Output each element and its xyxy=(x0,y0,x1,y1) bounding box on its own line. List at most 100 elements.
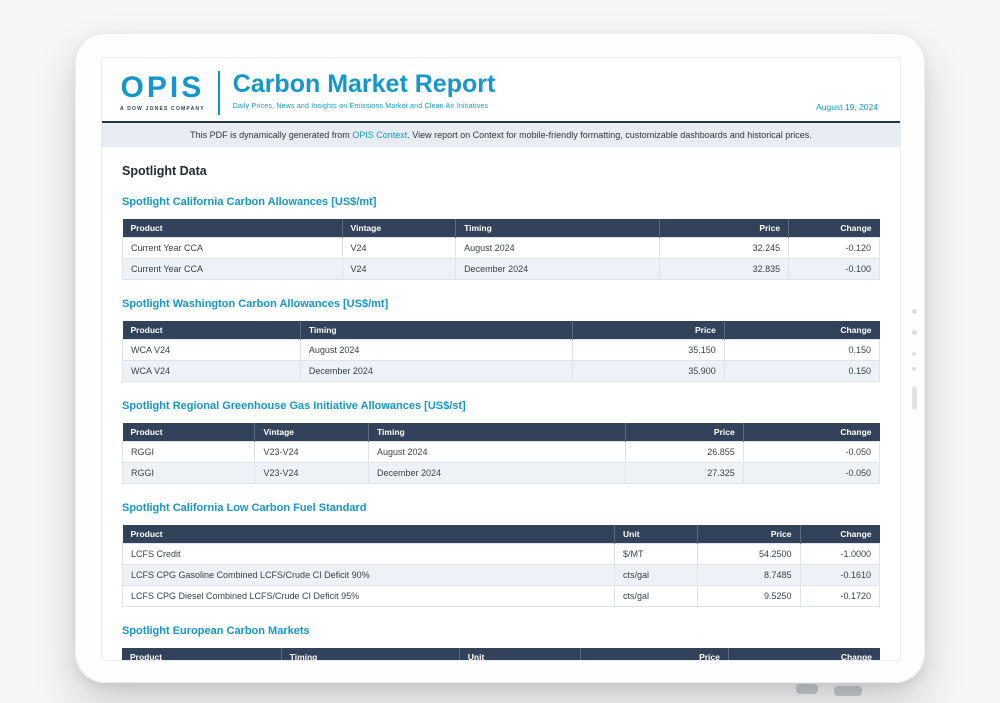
table-cell: -0.1720 xyxy=(800,586,880,607)
table-header-row: ProductVintageTimingPriceChange xyxy=(123,423,880,442)
data-table: ProductUnitPriceChangeLCFS Credit$/MT54.… xyxy=(122,525,880,607)
table-header-row: ProductVintageTimingPriceChange xyxy=(123,219,880,238)
side-button-dot xyxy=(912,309,917,314)
table-cell: RGGI xyxy=(123,442,255,463)
column-header: Product xyxy=(123,423,255,442)
table-cell: cts/gal xyxy=(615,586,698,607)
background-accessory-bar xyxy=(834,686,862,696)
logo-divider xyxy=(218,71,220,115)
table-cell: -0.050 xyxy=(743,442,879,463)
table-cell: 9.5250 xyxy=(698,586,800,607)
page-title: Spotlight Data xyxy=(122,164,880,178)
column-header: Price xyxy=(698,525,800,544)
column-header: Change xyxy=(724,321,879,340)
background-accessory-bar xyxy=(796,684,818,694)
side-button-pill xyxy=(912,386,917,410)
tablet-screen: OPIS A DOW JONES COMPANY Carbon Market R… xyxy=(101,57,901,661)
table-cell: 27.325 xyxy=(626,463,743,484)
page-background: OPIS A DOW JONES COMPANY Carbon Market R… xyxy=(0,0,1000,703)
table-cell: cts/gal xyxy=(615,565,698,586)
table-cell: $/MT xyxy=(615,544,698,565)
table-cell: 35.900 xyxy=(573,361,724,382)
table-cell: 35.150 xyxy=(573,340,724,361)
column-header: Timing xyxy=(300,321,573,340)
column-header: Change xyxy=(789,219,880,238)
table-cell: Current Year CCA xyxy=(123,238,343,259)
data-table: ProductVintageTimingPriceChangeCurrent Y… xyxy=(122,219,880,280)
side-button-dot xyxy=(912,330,917,335)
table-cell: -0.050 xyxy=(743,463,879,484)
table-cell: 54.2500 xyxy=(698,544,800,565)
section-heading: Spotlight California Carbon Allowances [… xyxy=(122,196,880,209)
table-cell: August 2024 xyxy=(300,340,573,361)
column-header: Vintage xyxy=(255,423,369,442)
table-row: RGGIV23-V24December 202427.325-0.050 xyxy=(123,463,880,484)
section-heading: Spotlight Regional Greenhouse Gas Initia… xyxy=(122,400,880,413)
data-table: ProductTimingPriceChangeWCA V24August 20… xyxy=(122,321,880,382)
side-button-dot xyxy=(912,352,916,356)
table-cell: August 2024 xyxy=(369,442,626,463)
table-cell: WCA V24 xyxy=(123,361,301,382)
table-cell: 26.855 xyxy=(626,442,743,463)
report-section: Spotlight Regional Greenhouse Gas Initia… xyxy=(122,400,880,484)
column-header: Price xyxy=(573,321,724,340)
table-cell: V24 xyxy=(342,259,456,280)
table-cell: -0.100 xyxy=(789,259,880,280)
table-row: RGGIV23-V24August 202426.855-0.050 xyxy=(123,442,880,463)
title-block: Carbon Market Report Daily Prices, News … xyxy=(233,70,496,110)
column-header: Vintage xyxy=(342,219,456,238)
opis-logo-subtext: A DOW JONES COMPANY xyxy=(120,106,205,112)
table-cell: LCFS Credit xyxy=(123,544,615,565)
table-row: LCFS Credit$/MT54.2500-1.0000 xyxy=(123,544,880,565)
report-date: August 19, 2024 xyxy=(816,102,878,112)
table-cell: Current Year CCA xyxy=(123,259,343,280)
table-cell: December 2024 xyxy=(300,361,573,382)
column-header: Product xyxy=(123,219,343,238)
section-heading: Spotlight European Carbon Markets xyxy=(122,625,880,638)
column-header: Unit xyxy=(459,648,580,660)
report-subtitle: Daily Prices, News and Insights on Emiss… xyxy=(233,103,496,110)
column-header: Product xyxy=(123,321,301,340)
opis-context-link[interactable]: OPIS Context xyxy=(352,130,407,140)
column-header: Price xyxy=(626,423,743,442)
table-cell: 0.150 xyxy=(724,361,879,382)
opis-logo-text: OPIS xyxy=(121,72,205,104)
table-cell: 0.150 xyxy=(724,340,879,361)
report-section: Spotlight Washington Carbon Allowances [… xyxy=(122,298,880,382)
column-header: Timing xyxy=(369,423,626,442)
table-cell: LCFS CPG Gasoline Combined LCFS/Crude CI… xyxy=(123,565,615,586)
table-cell: V23-V24 xyxy=(255,463,369,484)
opis-logo: OPIS A DOW JONES COMPANY xyxy=(120,72,205,112)
table-header-row: ProductTimingUnitPriceChange xyxy=(122,648,880,660)
table-row: WCA V24August 202435.1500.150 xyxy=(123,340,880,361)
table-cell: LCFS CPG Diesel Combined LCFS/Crude CI D… xyxy=(123,586,615,607)
table-cell: 32.835 xyxy=(660,259,789,280)
column-header: Timing xyxy=(281,648,459,660)
data-table: ProductVintageTimingPriceChangeRGGIV23-V… xyxy=(122,423,880,484)
table-cell: RGGI xyxy=(123,463,255,484)
table-cell: WCA V24 xyxy=(123,340,301,361)
banner-text-pre: This PDF is dynamically generated from xyxy=(190,130,350,140)
report-header: OPIS A DOW JONES COMPANY Carbon Market R… xyxy=(102,58,900,121)
table-cell: V24 xyxy=(342,238,456,259)
data-table: ProductTimingUnitPriceChange xyxy=(122,648,880,660)
table-cell: -0.120 xyxy=(789,238,880,259)
report-section: Spotlight California Low Carbon Fuel Sta… xyxy=(122,502,880,607)
table-cell: -1.0000 xyxy=(800,544,880,565)
column-header: Product xyxy=(123,525,615,544)
table-cell: V23-V24 xyxy=(255,442,369,463)
table-header-row: ProductUnitPriceChange xyxy=(123,525,880,544)
table-cell: December 2024 xyxy=(369,463,626,484)
report-title: Carbon Market Report xyxy=(233,70,496,98)
report-body: Spotlight Data Spotlight California Carb… xyxy=(102,164,900,660)
column-header: Price xyxy=(660,219,789,238)
column-header: Change xyxy=(800,525,880,544)
table-cell: December 2024 xyxy=(456,259,660,280)
table-row: Current Year CCAV24August 202432.245-0.1… xyxy=(123,238,880,259)
column-header: Unit xyxy=(615,525,698,544)
section-heading: Spotlight California Low Carbon Fuel Sta… xyxy=(122,502,880,515)
table-row: LCFS CPG Gasoline Combined LCFS/Crude CI… xyxy=(123,565,880,586)
side-button-dot xyxy=(912,367,916,371)
generated-banner: This PDF is dynamically generated from O… xyxy=(102,123,900,147)
section-heading: Spotlight Washington Carbon Allowances [… xyxy=(122,298,880,311)
